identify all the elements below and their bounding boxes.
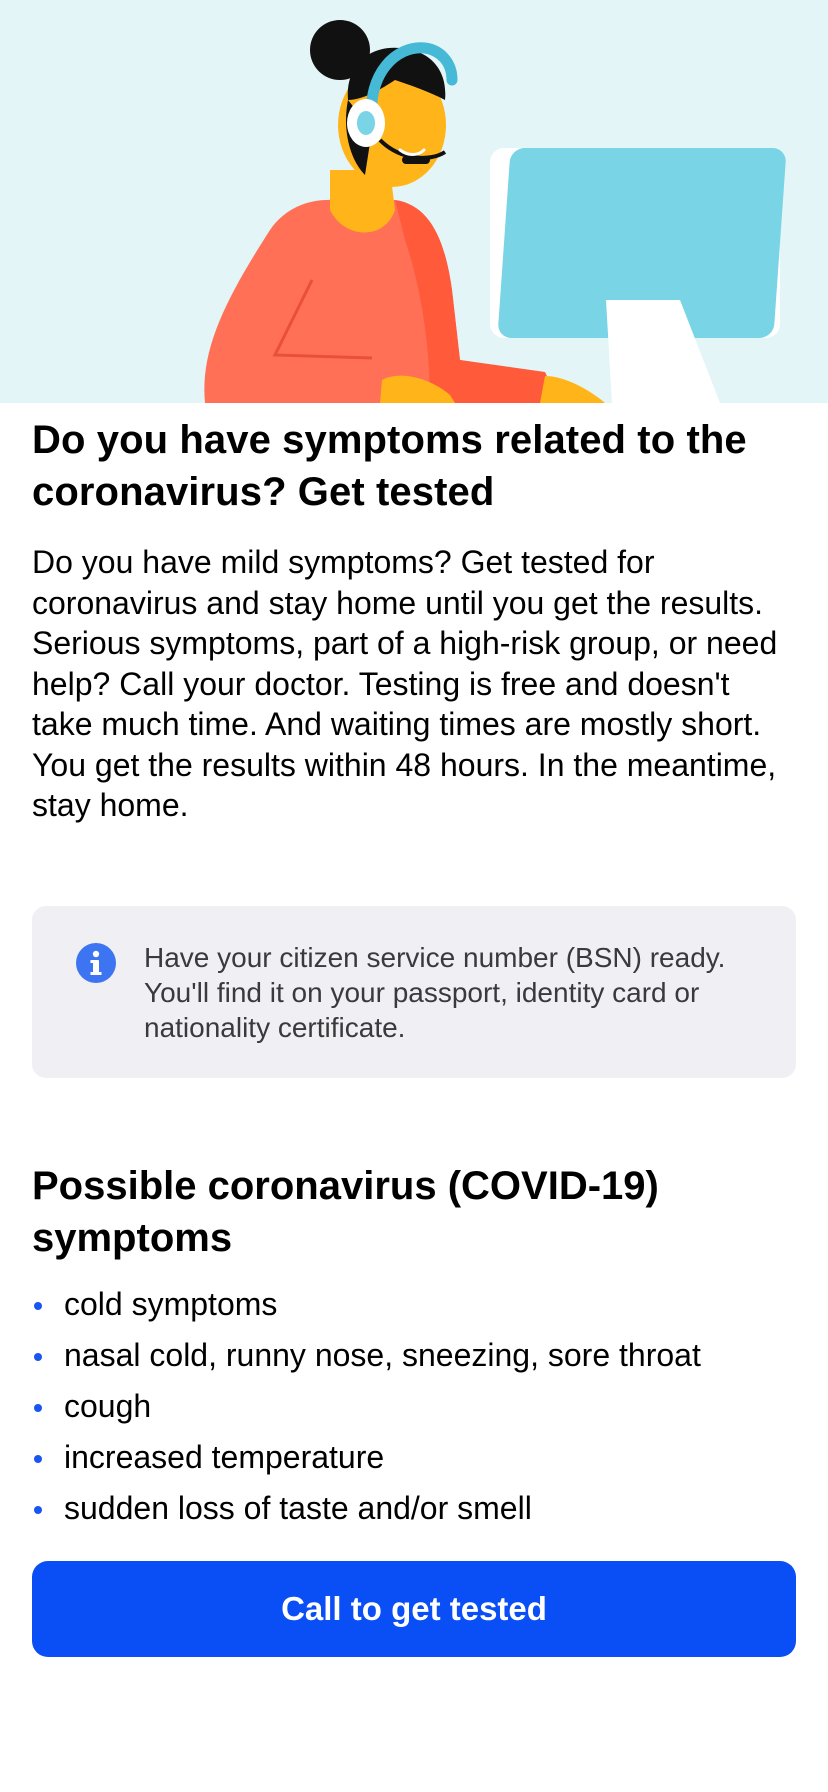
intro-paragraph: Do you have mild symptoms? Get tested fo…	[32, 544, 778, 823]
bullet-icon	[34, 1353, 42, 1361]
info-text: Have your citizen service number (BSN) r…	[144, 942, 726, 1043]
list-item: cold symptoms	[32, 1279, 796, 1330]
symptom-label: nasal cold, runny nose, sneezing, sore t…	[64, 1337, 701, 1373]
symptom-list: cold symptoms nasal cold, runny nose, sn…	[32, 1279, 796, 1534]
call-to-get-tested-button[interactable]: Call to get tested	[32, 1561, 796, 1657]
page-title: Do you have symptoms related to the coro…	[32, 418, 747, 514]
bullet-icon	[34, 1506, 42, 1514]
info-icon	[76, 943, 116, 983]
support-agent-icon	[204, 20, 786, 403]
intro-section: Do you have symptoms related to the coro…	[32, 414, 796, 826]
symptom-label: sudden loss of taste and/or smell	[64, 1490, 532, 1526]
symptom-label: cough	[64, 1388, 152, 1424]
bsn-info-box: Have your citizen service number (BSN) r…	[32, 906, 796, 1078]
list-item: increased temperature	[32, 1432, 796, 1483]
symptom-label: cold symptoms	[64, 1286, 278, 1322]
screen: Do you have symptoms related to the coro…	[0, 0, 828, 1792]
bullet-icon	[34, 1455, 42, 1463]
list-item: sudden loss of taste and/or smell	[32, 1483, 796, 1534]
symptom-label: increased temperature	[64, 1439, 385, 1475]
bullet-icon	[34, 1404, 42, 1412]
bullet-icon	[34, 1302, 42, 1310]
list-item: nasal cold, runny nose, sneezing, sore t…	[32, 1330, 796, 1381]
list-item: cough	[32, 1381, 796, 1432]
hero-illustration	[0, 0, 828, 403]
symptoms-heading: Possible coronavirus (COVID-19) symptoms	[32, 1164, 659, 1260]
